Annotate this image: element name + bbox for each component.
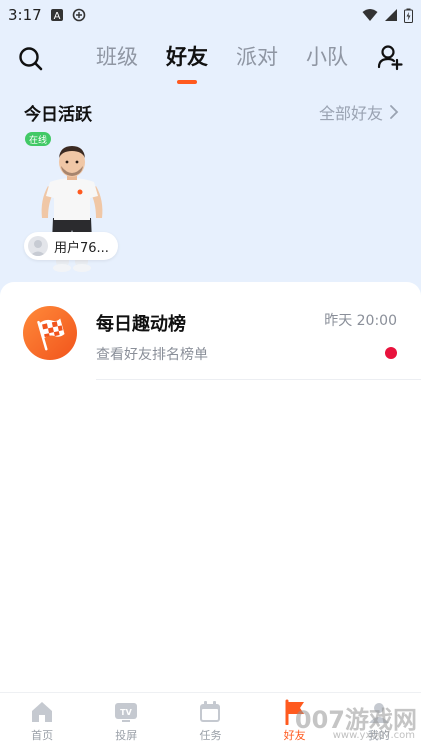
divider [96, 379, 421, 380]
all-friends-label: 全部好友 [318, 104, 383, 123]
tab-squad[interactable]: 小队 [292, 34, 362, 78]
active-today-title: 今日活跃 [24, 105, 92, 125]
status-bar: 3:17 A [0, 0, 421, 30]
flag-icon [285, 699, 304, 725]
conversation-list: 每日趣动榜 查看好友排名榜单 昨天 20:00 [0, 282, 421, 692]
svg-text:TV: TV [120, 708, 132, 717]
tab-label: 派对 [236, 45, 278, 69]
signal-icon [385, 9, 397, 21]
profile-icon [368, 703, 389, 723]
tab-friends[interactable]: 好友 [152, 34, 222, 84]
item-subtitle: 查看好友排名榜单 [96, 347, 208, 363]
a-notification-icon: A [50, 9, 63, 22]
tv-icon: TV [115, 703, 138, 722]
item-time: 昨天 20:00 [324, 313, 397, 329]
checkered-flag-icon [23, 306, 77, 360]
nav-tasks[interactable]: 任务 [168, 693, 252, 750]
friend-name-pill: 用户76... [24, 232, 118, 260]
daily-ranking-item[interactable]: 每日趣动榜 查看好友排名榜单 昨天 20:00 [0, 282, 421, 382]
default-avatar-icon [28, 236, 48, 256]
watermark-url: www.yx007.com [332, 730, 415, 741]
nav-label: 首页 [31, 729, 54, 742]
tab-bar: 班级 好友 派对 小队 [82, 34, 362, 84]
tab-label: 班级 [96, 45, 138, 69]
app-notification-icon [72, 8, 85, 22]
wifi-icon [362, 9, 378, 21]
bottom-nav: 首页 TV 投屏 任务 好友 我的 [0, 692, 421, 750]
friend-name: 用户76... [54, 240, 109, 256]
tab-class[interactable]: 班级 [82, 34, 152, 78]
nav-label: 好友 [283, 729, 306, 742]
tab-label: 好友 [166, 45, 208, 69]
all-friends-link[interactable]: 全部好友 [319, 100, 399, 124]
add-friend-icon[interactable] [375, 42, 405, 72]
nav-label: 任务 [199, 729, 222, 742]
chevron-right-icon [390, 105, 399, 119]
calendar-icon [200, 701, 221, 722]
search-icon[interactable] [16, 44, 46, 74]
battery-icon [404, 8, 413, 23]
active-friend-card[interactable]: 在线 用户76... [24, 130, 124, 272]
nav-profile[interactable]: 我的 [337, 693, 421, 750]
tab-label: 小队 [306, 45, 348, 69]
item-title: 每日趣动榜 [96, 314, 186, 335]
active-tab-indicator [177, 80, 197, 84]
home-icon [32, 702, 53, 722]
nav-friends[interactable]: 好友 [253, 693, 337, 750]
nav-label: 投屏 [115, 729, 138, 742]
header: 班级 好友 派对 小队 [0, 34, 421, 84]
unread-dot [385, 347, 397, 359]
online-status-badge: 在线 [25, 132, 52, 146]
svg-text:A: A [53, 11, 60, 22]
status-time: 3:17 [8, 6, 42, 24]
nav-cast[interactable]: TV 投屏 [84, 693, 168, 750]
nav-home[interactable]: 首页 [0, 693, 84, 750]
tab-party[interactable]: 派对 [222, 34, 292, 78]
